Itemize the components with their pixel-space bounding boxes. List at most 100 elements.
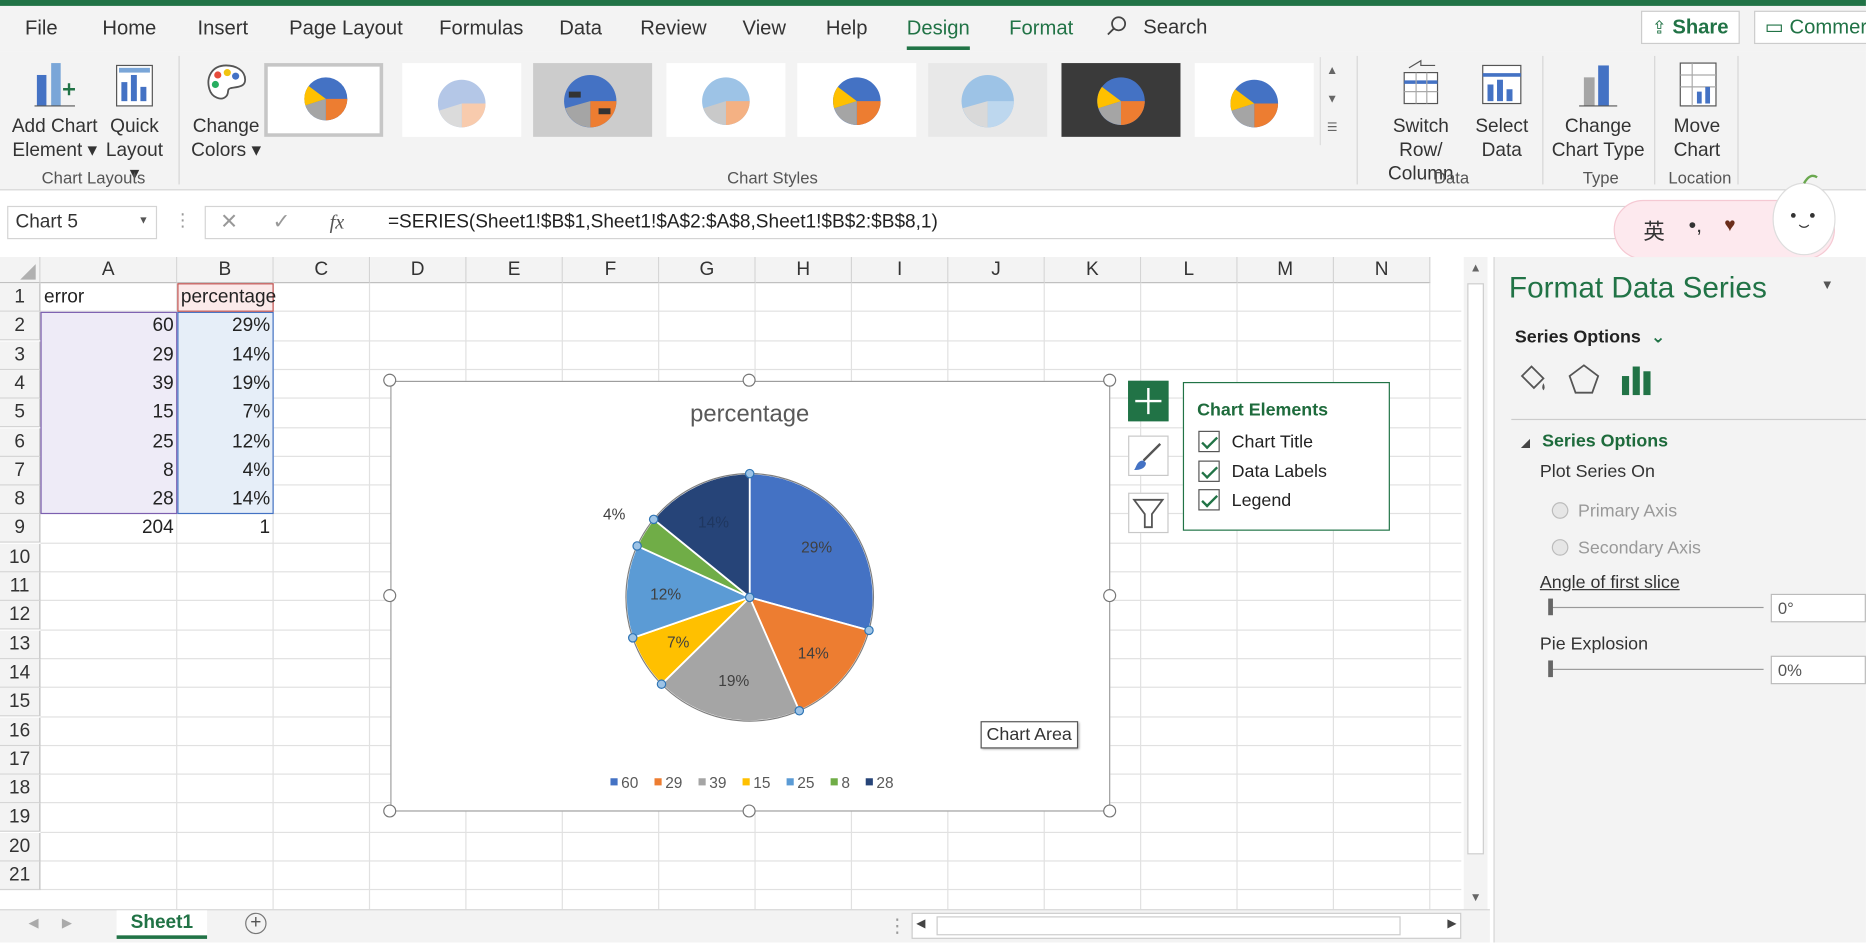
- column-header-m[interactable]: M: [1237, 257, 1334, 284]
- chart-style-1[interactable]: [264, 63, 384, 137]
- chart-style-6[interactable]: [928, 63, 1048, 137]
- legend-entry[interactable]: 39: [709, 775, 726, 792]
- row-header-12[interactable]: 12: [0, 601, 41, 630]
- checkbox-checked-icon[interactable]: [1198, 460, 1220, 482]
- column-header-b[interactable]: B: [177, 257, 274, 284]
- row-header-14[interactable]: 14: [0, 659, 41, 688]
- series-selection-handle[interactable]: [627, 633, 638, 643]
- chevron-down-icon[interactable]: ▼: [138, 214, 149, 226]
- horizontal-scrollbar[interactable]: ◀ ▶: [911, 912, 1462, 939]
- chart-style-2[interactable]: [402, 63, 522, 137]
- cell-a7[interactable]: 8: [40, 457, 177, 486]
- add-chart-element-button[interactable]: Add Chart Element ▾: [10, 58, 100, 163]
- row-header-11[interactable]: 11: [0, 572, 41, 601]
- column-header-h[interactable]: H: [755, 257, 853, 284]
- scroll-down-icon[interactable]: ▼: [1464, 891, 1488, 904]
- gallery-more-icon[interactable]: ☰: [1321, 114, 1344, 143]
- prev-sheet-icon[interactable]: ◀: [29, 915, 39, 930]
- sheet-tab-sheet1[interactable]: Sheet1: [116, 910, 208, 939]
- column-header-c[interactable]: C: [273, 257, 371, 284]
- gallery-scrollbar[interactable]: ▲ ▼ ☰: [1319, 57, 1344, 146]
- cell-b1[interactable]: percentage: [177, 283, 276, 312]
- row-header-16[interactable]: 16: [0, 716, 41, 746]
- explosion-input[interactable]: 0%: [1770, 655, 1866, 685]
- column-header-e[interactable]: E: [466, 257, 563, 284]
- resize-handle[interactable]: [383, 804, 397, 818]
- ime-language[interactable]: 英: [1643, 215, 1664, 246]
- fx-icon[interactable]: fx: [330, 211, 345, 235]
- row-header-4[interactable]: 4: [0, 369, 41, 399]
- tab-file[interactable]: File: [25, 17, 58, 41]
- resize-handle[interactable]: [383, 589, 397, 603]
- resize-handle[interactable]: [742, 804, 756, 818]
- confirm-icon[interactable]: ✓: [273, 209, 291, 234]
- resize-handle[interactable]: [1103, 589, 1117, 603]
- column-header-l[interactable]: L: [1141, 257, 1238, 284]
- column-header-n[interactable]: N: [1333, 257, 1431, 284]
- effects-icon[interactable]: [1566, 362, 1602, 398]
- scroll-up-icon[interactable]: ▲: [1464, 262, 1488, 275]
- tab-review[interactable]: Review: [640, 17, 706, 41]
- data-label[interactable]: 14%: [698, 514, 729, 531]
- cell-a4[interactable]: 39: [40, 370, 177, 399]
- explosion-slider-thumb[interactable]: [1548, 660, 1553, 678]
- column-header-j[interactable]: J: [948, 257, 1045, 284]
- column-header-k[interactable]: K: [1044, 257, 1142, 284]
- cell-b6[interactable]: 12%: [177, 428, 273, 457]
- resize-handle[interactable]: [1103, 373, 1117, 387]
- tab-design[interactable]: Design: [906, 17, 970, 50]
- vertical-scrollbar[interactable]: ▲ ▼: [1463, 257, 1488, 910]
- series-selection-handle[interactable]: [794, 705, 805, 716]
- move-chart-button[interactable]: Move Chart: [1664, 58, 1731, 163]
- data-label[interactable]: 7%: [667, 635, 690, 652]
- data-label[interactable]: 12%: [650, 586, 681, 603]
- legend-entry[interactable]: 8: [841, 775, 850, 792]
- legend-checkbox[interactable]: Legend: [1198, 489, 1291, 511]
- skin-icon[interactable]: ♥: [1724, 215, 1735, 236]
- angle-slider-thumb[interactable]: [1548, 598, 1553, 616]
- row-header-6[interactable]: 6: [0, 427, 41, 457]
- chart-styles-button[interactable]: [1128, 435, 1169, 477]
- row-header-20[interactable]: 20: [0, 832, 41, 862]
- comments-button[interactable]: ▭ Commer: [1754, 10, 1866, 45]
- chart-style-8[interactable]: [1194, 63, 1314, 137]
- ime-toolbar[interactable]: 英 •, ♥: [1613, 174, 1836, 260]
- next-sheet-icon[interactable]: ▶: [62, 915, 72, 930]
- column-header-a[interactable]: A: [40, 257, 178, 284]
- cell-a8[interactable]: 28: [40, 486, 177, 515]
- checkbox-checked-icon[interactable]: [1198, 489, 1220, 511]
- chart-title[interactable]: percentage: [690, 400, 809, 427]
- search-box[interactable]: Search: [1107, 15, 1207, 39]
- row-header-13[interactable]: 13: [0, 630, 41, 659]
- cell-a2[interactable]: 60: [40, 312, 177, 341]
- chart-filters-button[interactable]: [1128, 492, 1169, 534]
- scroll-left-icon[interactable]: ◀: [916, 917, 925, 930]
- chart-style-3[interactable]: [533, 63, 653, 137]
- explosion-slider[interactable]: [1549, 668, 1764, 670]
- legend-entry[interactable]: 28: [876, 775, 893, 792]
- series-selection-handle[interactable]: [864, 625, 874, 636]
- change-chart-type-button[interactable]: Change Chart Type: [1547, 58, 1649, 163]
- cell-b8[interactable]: 14%: [177, 486, 273, 515]
- data-label[interactable]: 14%: [798, 645, 829, 662]
- cancel-icon[interactable]: ✕: [220, 209, 238, 234]
- legend-entry[interactable]: 29: [665, 775, 682, 792]
- secondary-axis-radio[interactable]: [1551, 539, 1569, 556]
- row-header-3[interactable]: 3: [0, 341, 41, 370]
- row-header-21[interactable]: 21: [0, 861, 41, 891]
- cell-b7[interactable]: 4%: [177, 457, 273, 486]
- angle-input[interactable]: 0°: [1770, 593, 1866, 623]
- data-label[interactable]: 29%: [801, 539, 832, 556]
- name-box[interactable]: Chart 5 ▼: [7, 205, 158, 240]
- legend-entry[interactable]: 60: [621, 775, 638, 792]
- row-header-5[interactable]: 5: [0, 398, 41, 428]
- row-header-18[interactable]: 18: [0, 774, 41, 804]
- tab-format[interactable]: Format: [1009, 17, 1073, 41]
- cell-a6[interactable]: 25: [40, 428, 177, 457]
- data-label[interactable]: 4%: [603, 506, 626, 523]
- tab-view[interactable]: View: [743, 17, 786, 41]
- select-all-corner[interactable]: [0, 257, 41, 284]
- formula-input[interactable]: =SERIES(Sheet1!$B$1,Sheet1!$A$2:$A$8,She…: [388, 212, 938, 233]
- chart-elements-button[interactable]: [1128, 380, 1169, 422]
- series-selection-handle[interactable]: [744, 468, 755, 479]
